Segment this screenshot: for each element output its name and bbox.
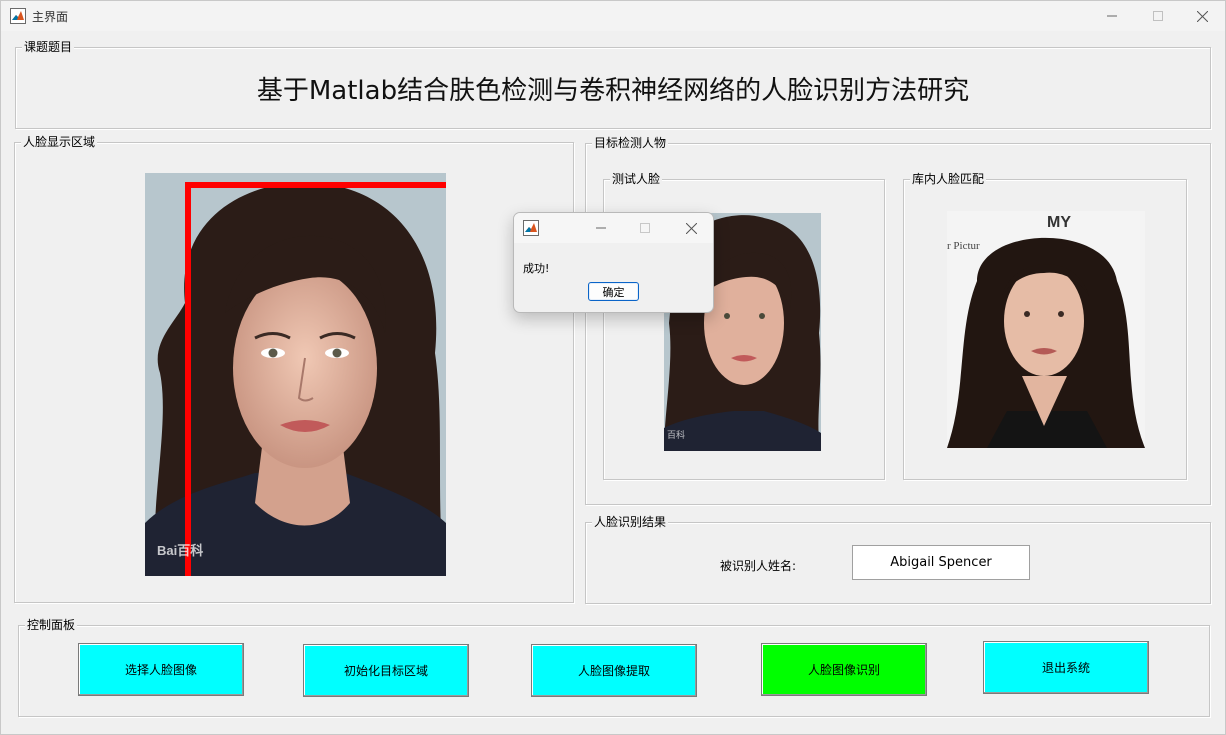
minimize-button[interactable] (1089, 1, 1135, 31)
recognized-name-field[interactable]: Abigail Spencer (852, 545, 1030, 580)
maximize-icon (1153, 11, 1163, 21)
window-title: 主界面 (32, 10, 69, 24)
svg-text:MY: MY (1047, 214, 1071, 231)
recognition-result-legend: 人脸识别结果 (592, 515, 669, 529)
page-title: 基于Matlab结合肤色检测与卷积神经网络的人脸识别方法研究 (256, 76, 970, 106)
close-icon (1196, 10, 1208, 22)
target-detection-legend: 目标检测人物 (592, 136, 669, 150)
baidu-watermark: Bai百科 (157, 543, 203, 558)
dialog-maximize-button[interactable] (622, 213, 668, 243)
library-match-panel: 库内人脸匹配 MY r Pictur (903, 172, 1187, 480)
recognition-result-panel: 人脸识别结果 被识别人姓名: Abigail Spencer (585, 515, 1211, 604)
control-panel-legend: 控制面板 (25, 618, 78, 632)
dialog-title-bar[interactable] (514, 213, 713, 243)
maximize-button[interactable] (1135, 1, 1181, 31)
minimize-icon (596, 227, 606, 229)
face-display-legend: 人脸显示区域 (21, 135, 98, 149)
minimize-icon (1107, 15, 1117, 17)
init-target-region-button[interactable]: 初始化目标区域 (303, 644, 469, 697)
control-panel: 控制面板 选择人脸图像 初始化目标区域 人脸图像提取 人脸图像识别 退出系统 (18, 618, 1210, 717)
target-detection-panel: 目标检测人物 测试人脸 百科 库内人脸匹配 MY r Pictur (585, 136, 1211, 505)
main-window: 主界面 课题题目 基于Matlab结合肤色检测与卷积神经网络的人脸识别方法研究 … (0, 0, 1226, 735)
recognized-name-label: 被识别人姓名: (720, 559, 797, 573)
face-display-image: Bai百科 (145, 173, 446, 576)
matlab-icon (523, 220, 539, 236)
title-bar[interactable]: 主界面 (1, 1, 1225, 31)
face-extract-button[interactable]: 人脸图像提取 (531, 644, 697, 697)
face-recognize-button[interactable]: 人脸图像识别 (761, 643, 927, 696)
face-display-panel: 人脸显示区域 Bai百科 (14, 135, 574, 603)
svg-text:百科: 百科 (667, 429, 685, 440)
select-face-image-button[interactable]: 选择人脸图像 (78, 643, 244, 696)
dialog-close-button[interactable] (668, 213, 713, 243)
topic-panel: 课题题目 基于Matlab结合肤色检测与卷积神经网络的人脸识别方法研究 (15, 40, 1211, 129)
dialog-minimize-button[interactable] (578, 213, 624, 243)
maximize-icon (640, 223, 650, 233)
matlab-icon (10, 8, 26, 24)
test-face-legend: 测试人脸 (610, 172, 663, 186)
dialog-message: 成功! (523, 262, 550, 275)
topic-panel-legend: 课题题目 (22, 40, 75, 54)
close-icon (685, 222, 697, 234)
exit-system-button[interactable]: 退出系统 (983, 641, 1149, 694)
library-match-legend: 库内人脸匹配 (910, 172, 987, 186)
library-watermark: r Pictur (947, 240, 980, 252)
library-match-image: MY r Pictur (947, 211, 1145, 448)
success-dialog: 成功! 确定 (513, 212, 714, 313)
close-button[interactable] (1179, 1, 1225, 31)
dialog-ok-button[interactable]: 确定 (588, 282, 639, 301)
